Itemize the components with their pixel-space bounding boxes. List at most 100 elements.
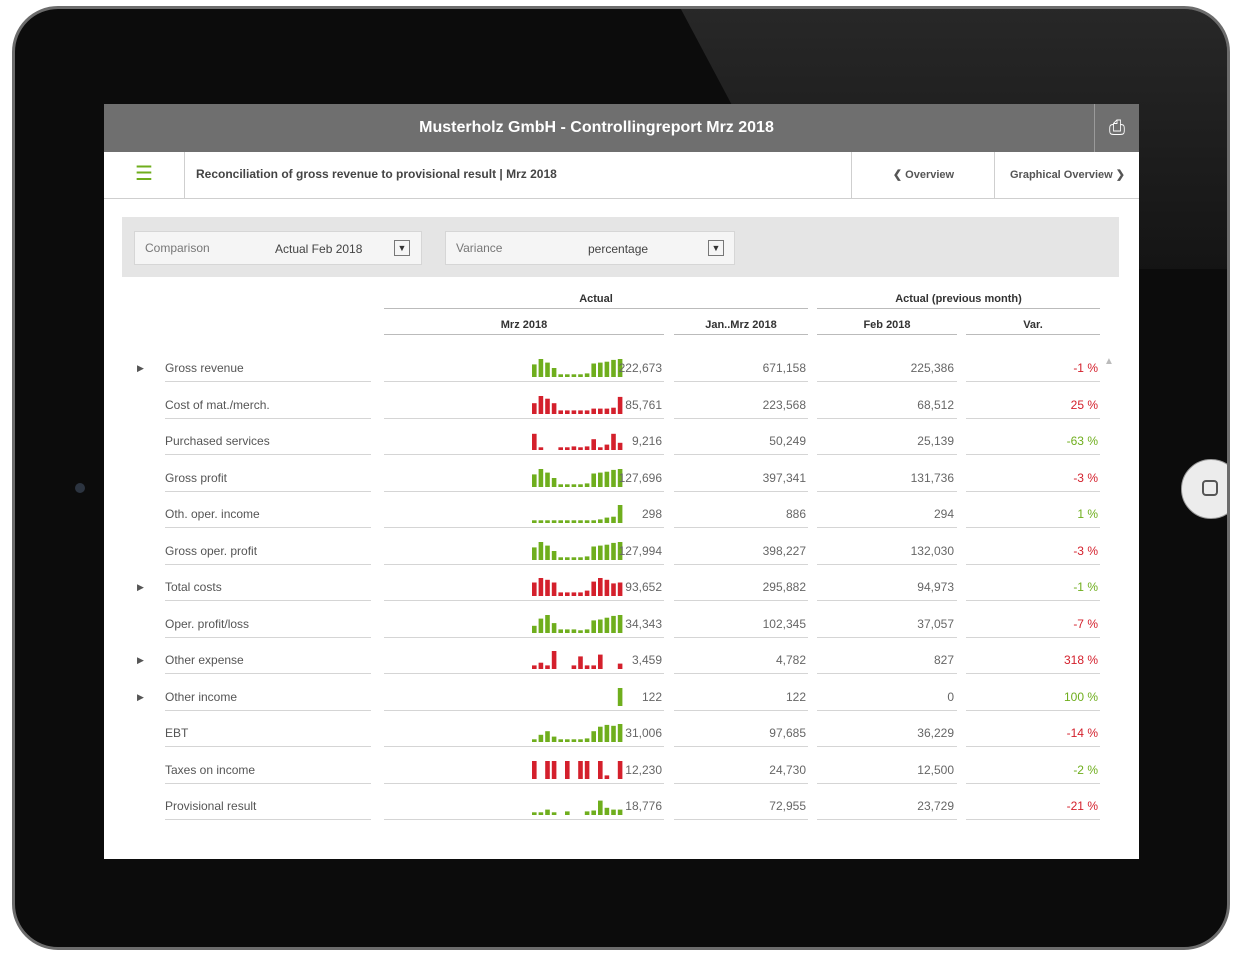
sparkline-bar	[538, 541, 544, 560]
value-feb-2018: 68,512	[917, 397, 954, 412]
value-feb-2018: 12,500	[917, 762, 954, 777]
column-feb-2018: Feb 2018	[863, 319, 911, 331]
value-mrz-2018: 298	[641, 507, 662, 521]
row-divider	[165, 490, 371, 492]
expand-arrow-icon[interactable]: ▶	[137, 363, 144, 374]
hamburger-menu-icon[interactable]: ☰	[104, 152, 185, 198]
sparkline-bar	[532, 364, 537, 377]
sparkline-bar	[551, 651, 557, 669]
value-jan-mrz-2018: 50,249	[769, 434, 806, 448]
sparkline-bar	[551, 582, 557, 596]
value-jan-mrz-2018: 24,730	[769, 762, 806, 777]
table-row[interactable]: ▶ Total costs 93,652 295,882 94,973 -1 %	[104, 573, 1139, 609]
graphical-overview-button[interactable]: Graphical Overview ❯	[994, 152, 1139, 198]
row-divider	[674, 636, 808, 638]
row-divider	[165, 381, 371, 382]
header-divider	[966, 334, 1100, 335]
value-feb-2018: 94,973	[917, 580, 954, 594]
variance-select[interactable]: Variance percentage ▼	[445, 231, 735, 265]
value-mrz-2018: 12,230	[625, 762, 662, 777]
sparkline-bar	[558, 447, 563, 450]
value-jan-mrz-2018: 223,568	[762, 397, 806, 412]
table-row[interactable]: Gross oper. profit 127,994 398,227 132,030 -…	[104, 537, 1139, 573]
value-mrz-2018: 34,343	[625, 616, 662, 631]
column-variance: Var.	[1023, 319, 1043, 331]
expand-arrow-icon[interactable]: ▶	[137, 655, 144, 666]
sparkline-bar	[591, 810, 596, 815]
sparkline-bar	[598, 472, 603, 487]
sparkline-bar	[591, 665, 596, 669]
sparkline-bar	[584, 628, 590, 633]
sparkline-bar	[545, 545, 550, 560]
expand-arrow-icon[interactable]: ▶	[137, 582, 144, 593]
sparkline-bar	[591, 619, 596, 633]
sparkline-bar	[578, 739, 583, 742]
table-row[interactable]: Oth. oper. income 298 886 294 1 %	[104, 500, 1139, 536]
printer-icon[interactable]: ⎙	[1094, 104, 1139, 152]
table-row[interactable]: Purchased services 9,216 50,249 25,139 -63 %	[104, 427, 1139, 463]
value-feb-2018: 225,386	[910, 361, 954, 375]
value-mrz-2018: 127,994	[618, 543, 662, 558]
sparkline-bar	[558, 374, 563, 377]
table-row[interactable]: Oper. profit/loss 34,343 102,345 37,057 -7 %	[104, 610, 1139, 646]
sparkline-bar	[538, 468, 544, 487]
value-mrz-2018: 85,761	[625, 397, 662, 412]
table-row[interactable]: Taxes on income 12,230 24,730 12,500 -2 %	[104, 756, 1139, 792]
table-row[interactable]: Provisional result 18,776 72,955 23,729 -21 …	[104, 792, 1139, 828]
table-row[interactable]: ▶ Other income 122 122 0 100 %	[104, 683, 1139, 719]
table-row[interactable]: ▶ Gross revenue 222,673 671,158 225,386 -1 %	[104, 354, 1139, 390]
sparkline-bar	[538, 520, 544, 523]
chevron-down-icon[interactable]: ▼	[708, 240, 724, 256]
sparkline-bar	[578, 629, 583, 633]
value-feb-2018: 23,729	[917, 799, 954, 813]
sparkline-bar	[584, 446, 590, 450]
sparkline-bar	[565, 739, 570, 742]
value-jan-mrz-2018: 295,882	[762, 580, 806, 594]
row-divider	[384, 819, 664, 820]
sparkline-bar	[565, 409, 570, 414]
sparkline-bar	[538, 618, 544, 633]
sparkline-bar	[532, 812, 537, 815]
row-divider	[674, 490, 808, 492]
value-jan-mrz-2018: 398,227	[762, 543, 806, 558]
value-feb-2018: 131,736	[910, 470, 954, 485]
chevron-down-icon[interactable]: ▼	[394, 240, 410, 256]
row-divider	[966, 636, 1100, 638]
sparkline-bar	[598, 726, 603, 742]
sparkline-bar	[584, 373, 590, 377]
row-label: Other income	[165, 689, 238, 704]
sparkline-bar	[532, 546, 537, 560]
value-feb-2018: 132,030	[910, 543, 954, 558]
table-row[interactable]: ▶ Other expense 3,459 4,782 827 318 %	[104, 646, 1139, 682]
row-divider	[966, 673, 1100, 674]
table-row[interactable]: Gross profit 127,696 397,341 131,736 -3 %	[104, 464, 1139, 500]
sparkline-bar	[545, 760, 550, 779]
value-mrz-2018: 222,673	[618, 361, 662, 375]
table-row[interactable]: EBT 31,006 97,685 36,229 -14 %	[104, 719, 1139, 755]
sparkline-bar	[538, 395, 544, 414]
comparison-select[interactable]: Comparison Actual Feb 2018 ▼	[134, 231, 422, 265]
sparkline-bar	[565, 374, 570, 377]
value-jan-mrz-2018: 97,685	[769, 726, 806, 740]
row-label: Provisional result	[165, 799, 257, 813]
home-icon	[1202, 480, 1218, 496]
table-row[interactable]: Cost of mat./merch. 85,761 223,568 68,512 25…	[104, 391, 1139, 427]
value-feb-2018: 294	[933, 507, 954, 521]
sparkline-bar	[571, 520, 577, 523]
sparkline-bar	[604, 544, 610, 560]
sparkline-bar	[551, 622, 557, 633]
overview-button[interactable]: ❮ Overview	[851, 152, 995, 198]
sparkline-bar	[551, 520, 557, 523]
row-divider	[966, 709, 1100, 711]
sparkline-bar	[591, 363, 596, 377]
sparkline-bar	[604, 361, 610, 377]
sparkline-bar	[584, 590, 590, 596]
row-divider	[165, 673, 371, 674]
expand-arrow-icon[interactable]: ▶	[137, 692, 144, 703]
home-button[interactable]	[1181, 459, 1227, 519]
sparkline-bar	[571, 374, 577, 377]
sparkline-bar	[591, 520, 596, 523]
row-divider	[674, 673, 808, 674]
row-divider	[817, 819, 957, 820]
row-divider	[674, 381, 808, 382]
